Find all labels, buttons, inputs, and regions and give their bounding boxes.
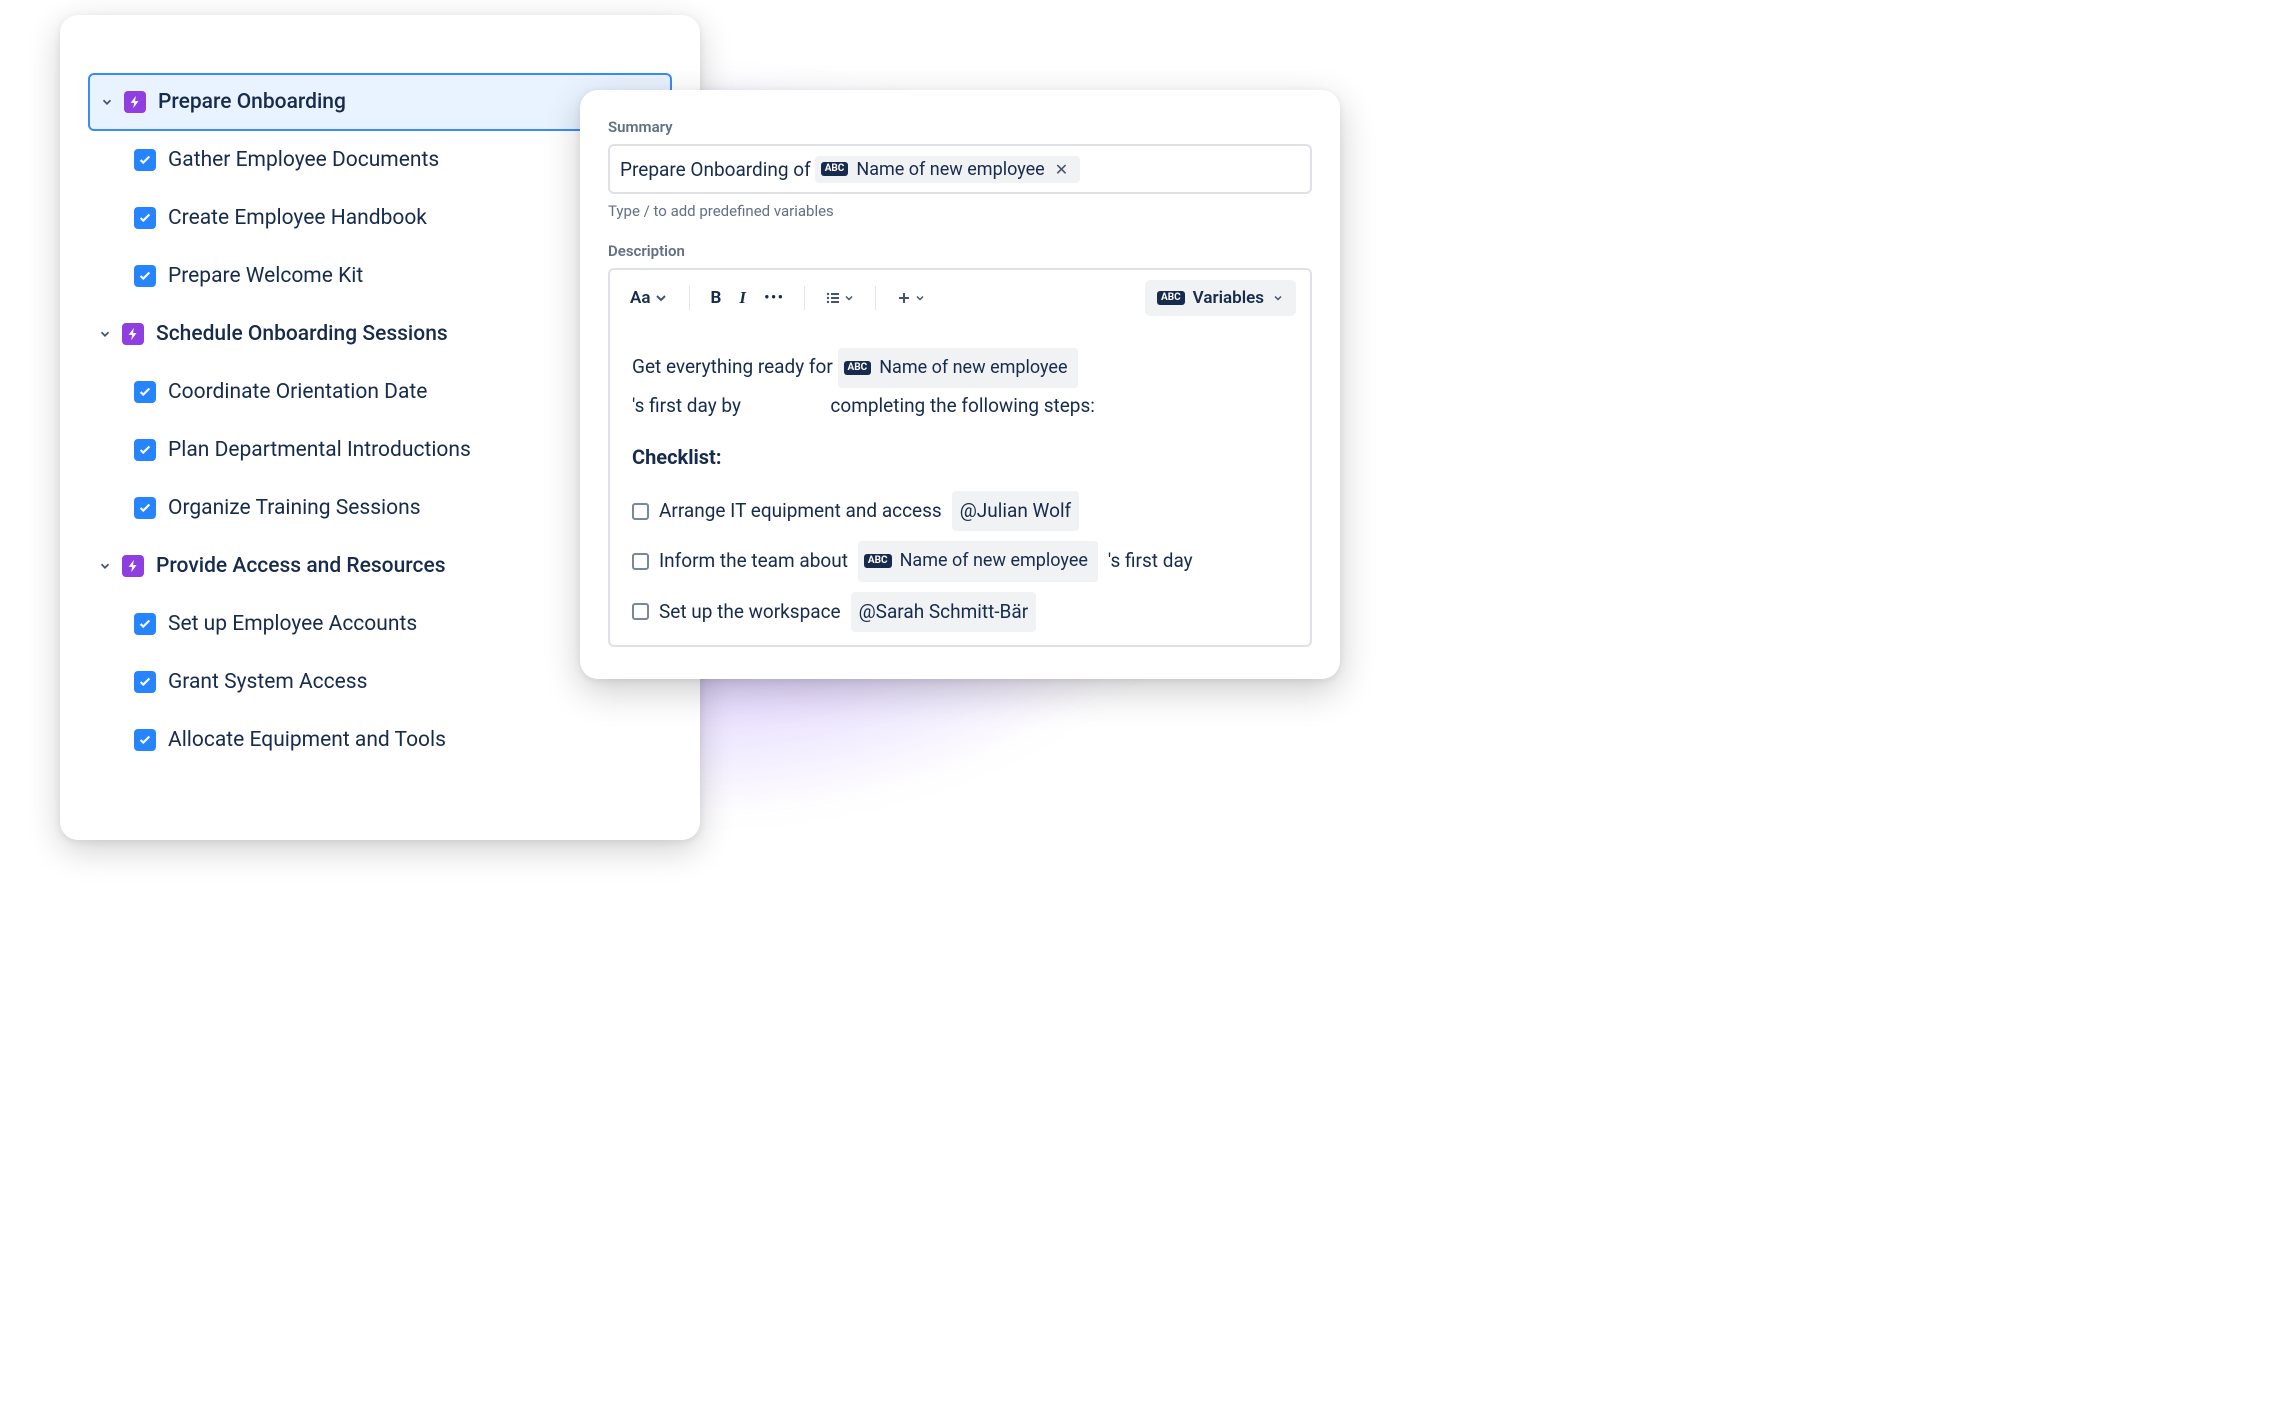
abc-icon: ABC xyxy=(821,162,849,176)
summary-input[interactable]: Prepare Onboarding of ABC Name of new em… xyxy=(608,144,1312,194)
more-formatting-button[interactable]: ••• xyxy=(758,283,790,313)
check-icon xyxy=(134,381,156,403)
variables-button[interactable]: ABC Variables xyxy=(1145,280,1296,316)
checkbox[interactable] xyxy=(632,503,649,520)
check-icon xyxy=(134,671,156,693)
toolbar-separator xyxy=(804,286,805,310)
toolbar-separator xyxy=(689,286,690,310)
editor-content[interactable]: Get everything ready for ABC Name of new… xyxy=(610,326,1310,645)
inline-variable-chip[interactable]: ABC Name of new employee xyxy=(858,541,1098,581)
bolt-icon xyxy=(122,323,144,345)
tree-parent-label: Provide Access and Resources xyxy=(156,554,446,578)
bolt-icon xyxy=(124,91,146,113)
summary-hint: Type / to add predefined variables xyxy=(608,202,1312,220)
toolbar-separator xyxy=(875,286,876,310)
summary-variable-text: Name of new employee xyxy=(856,159,1044,180)
abc-icon: ABC xyxy=(844,361,872,375)
tree-parent-label: Schedule Onboarding Sessions xyxy=(156,322,448,346)
remove-variable-button[interactable]: ✕ xyxy=(1053,160,1070,179)
chevron-down-icon xyxy=(1272,290,1284,306)
editor-toolbar: Aa B I ••• ABC xyxy=(610,270,1310,326)
checkbox[interactable] xyxy=(632,553,649,570)
abc-icon: ABC xyxy=(1157,291,1185,305)
summary-label: Summary xyxy=(608,118,1312,136)
editor-line: 's first day by completing the following… xyxy=(632,388,1288,424)
checkbox[interactable] xyxy=(632,603,649,620)
check-icon xyxy=(134,613,156,635)
list-icon xyxy=(825,290,841,306)
editor-line: Get everything ready for ABC Name of new… xyxy=(632,348,1288,388)
tree-child-label: Set up Employee Accounts xyxy=(168,612,417,636)
chevron-down-icon xyxy=(653,290,669,306)
check-icon xyxy=(134,439,156,461)
plus-icon xyxy=(896,290,912,306)
tree-child-label: Prepare Welcome Kit xyxy=(168,264,363,288)
chevron-down-icon xyxy=(98,93,116,111)
description-editor: Aa B I ••• ABC xyxy=(608,268,1312,647)
italic-button[interactable]: I xyxy=(733,283,752,313)
check-icon xyxy=(134,149,156,171)
tree-child-label: Plan Departmental Introductions xyxy=(168,438,471,462)
summary-variable-chip[interactable]: ABC Name of new employee ✕ xyxy=(815,156,1080,183)
chevron-down-icon xyxy=(96,325,114,343)
text-style-button[interactable]: Aa xyxy=(624,283,675,313)
bolt-icon xyxy=(122,555,144,577)
abc-icon: ABC xyxy=(864,554,892,568)
checklist-item: Arrange IT equipment and access @Julian … xyxy=(632,486,1288,536)
check-icon xyxy=(134,265,156,287)
bold-button[interactable]: B xyxy=(704,283,727,313)
tree-child-label: Allocate Equipment and Tools xyxy=(168,728,446,752)
insert-button[interactable] xyxy=(890,283,932,313)
description-label: Description xyxy=(608,242,1312,260)
summary-prefix-text: Prepare Onboarding of xyxy=(620,158,811,181)
checklist-item: Set up the workspace @Sarah Schmitt-Bär xyxy=(632,587,1288,637)
chevron-down-icon xyxy=(96,557,114,575)
checklist-heading: Checklist: xyxy=(632,438,1288,476)
chevron-down-icon xyxy=(843,290,855,306)
user-mention[interactable]: @Sarah Schmitt-Bär xyxy=(851,592,1037,632)
list-button[interactable] xyxy=(819,283,861,313)
template-editor-panel: Summary Prepare Onboarding of ABC Name o… xyxy=(580,90,1340,679)
tree-child-label: Gather Employee Documents xyxy=(168,148,439,172)
tree-child-label: Coordinate Orientation Date xyxy=(168,380,427,404)
check-icon xyxy=(134,497,156,519)
tree-parent-label: Prepare Onboarding xyxy=(158,90,346,114)
check-icon xyxy=(134,729,156,751)
user-mention[interactable]: @Julian Wolf xyxy=(952,491,1079,531)
checklist-item: Inform the team about ABC Name of new em… xyxy=(632,536,1288,586)
inline-variable-chip[interactable]: ABC Name of new employee xyxy=(838,348,1078,388)
tree-child-label: Organize Training Sessions xyxy=(168,496,421,520)
tree-child-label: Grant System Access xyxy=(168,670,367,694)
tree-child-label: Create Employee Handbook xyxy=(168,206,427,230)
chevron-down-icon xyxy=(914,290,926,306)
check-icon xyxy=(134,207,156,229)
tree-child-row[interactable]: Allocate Equipment and Tools xyxy=(88,711,672,769)
